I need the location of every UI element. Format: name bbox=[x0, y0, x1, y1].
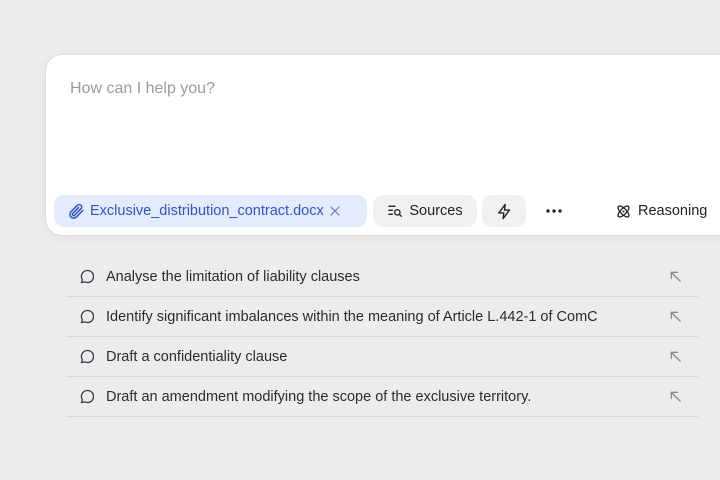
atom-icon bbox=[617, 204, 630, 218]
prompt-input[interactable] bbox=[70, 77, 670, 101]
chat-bubble-icon bbox=[80, 309, 95, 324]
suggestion-item[interactable]: Draft an amendment modifying the scope o… bbox=[66, 377, 698, 417]
attachment-filename: Exclusive_distribution_contract.docx bbox=[90, 203, 324, 219]
suggestion-label: Identify significant imbalances within t… bbox=[106, 308, 598, 325]
suggestion-list: Analyse the limitation of liability clau… bbox=[66, 257, 698, 417]
arrow-up-left-icon bbox=[670, 351, 681, 362]
prompt-composer: Exclusive_distribution_contract.docx Sou… bbox=[46, 55, 720, 235]
paperclip-icon bbox=[69, 203, 84, 219]
arrow-up-left-icon bbox=[670, 391, 681, 402]
more-dots-icon bbox=[546, 209, 562, 213]
chat-bubble-icon bbox=[80, 389, 95, 404]
close-icon[interactable] bbox=[328, 204, 342, 218]
suggestion-item[interactable]: Analyse the limitation of liability clau… bbox=[66, 257, 698, 297]
reasoning-label: Reasoning bbox=[638, 203, 708, 219]
sources-label: Sources bbox=[409, 203, 463, 219]
page: Exclusive_distribution_contract.docx Sou… bbox=[0, 0, 720, 480]
composer-toolbar: Exclusive_distribution_contract.docx Sou… bbox=[54, 195, 720, 227]
attachment-chip[interactable]: Exclusive_distribution_contract.docx bbox=[54, 195, 367, 227]
chat-bubble-icon bbox=[80, 349, 95, 364]
suggestion-label: Analyse the limitation of liability clau… bbox=[106, 268, 360, 285]
reasoning-button[interactable]: Reasoning bbox=[607, 195, 720, 227]
sources-button[interactable]: Sources bbox=[373, 195, 477, 227]
arrow-up-left-icon bbox=[670, 311, 681, 322]
suggestion-item[interactable]: Draft a confidentiality clause bbox=[66, 337, 698, 377]
suggestion-label: Draft a confidentiality clause bbox=[106, 348, 288, 365]
sources-search-icon bbox=[388, 205, 403, 217]
suggestion-label: Draft an amendment modifying the scope o… bbox=[106, 388, 532, 405]
suggestion-item[interactable]: Identify significant imbalances within t… bbox=[66, 297, 698, 337]
quick-mode-button[interactable] bbox=[482, 195, 526, 227]
lightning-icon bbox=[497, 203, 510, 219]
chat-bubble-icon bbox=[80, 269, 95, 284]
more-options-button[interactable] bbox=[534, 195, 574, 227]
arrow-up-left-icon bbox=[670, 271, 681, 282]
